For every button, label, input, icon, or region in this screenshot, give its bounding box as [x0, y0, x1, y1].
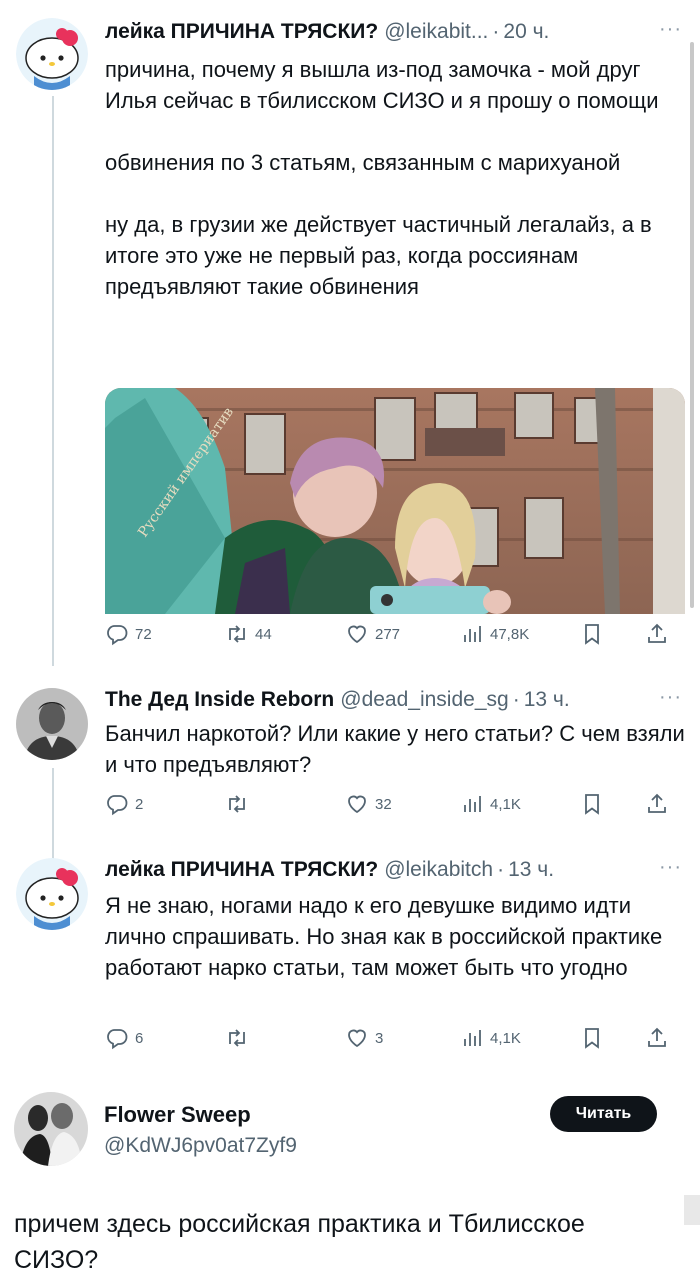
reply-button[interactable]: 6 — [105, 1026, 143, 1050]
avatar-flower-sweep[interactable] — [14, 1092, 88, 1166]
author-handle[interactable]: @leikabitch — [384, 858, 493, 882]
like-icon — [345, 622, 369, 646]
bookmark-button[interactable] — [580, 622, 604, 646]
tweet-actions: 72 44 277 47,8K — [105, 622, 670, 652]
share-button[interactable] — [645, 1026, 669, 1050]
tweet-photo[interactable]: Русский империатив — [105, 388, 685, 614]
thread-line-top — [52, 96, 54, 666]
repost-icon — [225, 1026, 249, 1050]
suggested-handle[interactable]: @KdWJ6pv0at7Zyf9 — [104, 1134, 297, 1158]
edge-fragment — [684, 1195, 700, 1225]
more-icon[interactable]: ··· — [659, 686, 682, 709]
scrollbar[interactable] — [690, 42, 694, 608]
repost-icon — [225, 622, 249, 646]
repost-icon — [225, 792, 249, 816]
tweet-text: Банчил наркотой? Или какие у него статьи… — [105, 721, 691, 777]
share-icon — [645, 622, 669, 646]
separator-dot: · — [497, 858, 505, 881]
avatar-hello-kitty[interactable] — [16, 18, 88, 90]
tweet-header: лейка ПРИЧИНА ТРЯСКИ? @leikabit... · 20 … — [105, 20, 549, 44]
author-name[interactable]: лейка ПРИЧИНА ТРЯСКИ? — [105, 20, 378, 44]
reply-button[interactable]: 2 — [105, 792, 143, 816]
tweet-actions: 2 32 4,1K — [105, 792, 670, 822]
like-icon — [345, 792, 369, 816]
views-icon — [460, 792, 484, 816]
thread-line-mid — [52, 768, 54, 863]
timestamp[interactable]: 20 ч. — [503, 20, 549, 44]
reply-icon — [105, 792, 129, 816]
more-icon[interactable]: ··· — [659, 856, 682, 879]
repost-count: 44 — [255, 625, 272, 643]
like-button[interactable]: 32 — [345, 792, 392, 816]
repost-button[interactable]: 44 — [225, 622, 272, 646]
tweet-text: причина, почему я вышла из-под замочка -… — [105, 57, 659, 299]
share-icon — [645, 1026, 669, 1050]
suggested-name[interactable]: Flower Sweep — [104, 1102, 251, 1128]
like-count: 3 — [375, 1029, 384, 1047]
author-name[interactable]: лейка ПРИЧИНА ТРЯСКИ? — [105, 858, 378, 882]
avatar-dead-inside[interactable] — [16, 688, 88, 760]
bookmark-icon — [580, 622, 604, 646]
tweet-header: The Дед Inside Reborn @dead_inside_sg · … — [105, 688, 570, 712]
author-handle[interactable]: @dead_inside_sg — [340, 688, 508, 712]
tweet-text: Я не знаю, ногами надо к его девушке вид… — [105, 893, 669, 980]
separator-dot: · — [492, 20, 500, 43]
reply-icon — [105, 622, 129, 646]
bookmark-button[interactable] — [580, 792, 604, 816]
bookmark-icon — [580, 1026, 604, 1050]
views-count: 47,8K — [490, 625, 530, 643]
like-button[interactable]: 3 — [345, 1026, 383, 1050]
more-icon[interactable]: ··· — [659, 18, 682, 41]
share-button[interactable] — [645, 792, 669, 816]
separator-dot: · — [512, 688, 520, 711]
reply-button[interactable]: 72 — [105, 622, 152, 646]
like-icon — [345, 1026, 369, 1050]
like-button[interactable]: 277 — [345, 622, 400, 646]
bookmark-button[interactable] — [580, 1026, 604, 1050]
author-name[interactable]: The Дед Inside Reborn — [105, 688, 334, 712]
views-button[interactable]: 4,1K — [460, 792, 521, 816]
views-button[interactable]: 4,1K — [460, 1026, 521, 1050]
like-count: 32 — [375, 795, 392, 813]
tweet-header: лейка ПРИЧИНА ТРЯСКИ? @leikabitch · 13 ч… — [105, 858, 554, 882]
follow-button[interactable]: Читать — [550, 1096, 657, 1132]
views-icon — [460, 622, 484, 646]
timestamp[interactable]: 13 ч. — [524, 688, 570, 712]
author-handle[interactable]: @leikabit... — [384, 20, 488, 44]
repost-button[interactable] — [225, 1026, 249, 1050]
avatar-hello-kitty[interactable] — [16, 858, 88, 930]
views-count: 4,1K — [490, 795, 521, 813]
reply-count: 2 — [135, 795, 144, 813]
reply-count: 6 — [135, 1029, 144, 1047]
post-text: причем здесь российская практика и Тбили… — [14, 1210, 585, 1274]
like-count: 277 — [375, 625, 401, 643]
share-icon — [645, 792, 669, 816]
views-button[interactable]: 47,8K — [460, 622, 529, 646]
reply-count: 72 — [135, 625, 152, 643]
repost-button[interactable] — [225, 792, 249, 816]
bookmark-icon — [580, 792, 604, 816]
views-icon — [460, 1026, 484, 1050]
views-count: 4,1K — [490, 1029, 521, 1047]
share-button[interactable] — [645, 622, 669, 646]
reply-icon — [105, 1026, 129, 1050]
tweet-actions: 6 3 4,1K — [105, 1026, 670, 1056]
timestamp[interactable]: 13 ч. — [508, 858, 554, 882]
